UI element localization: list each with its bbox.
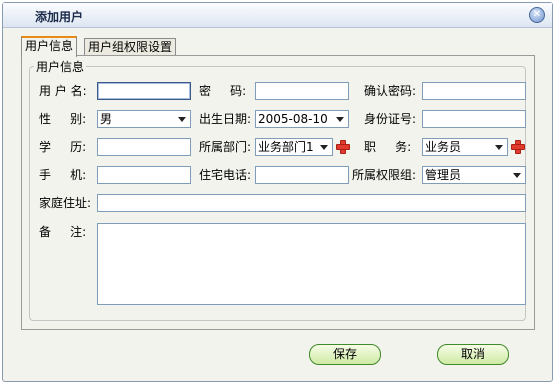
mobile-field[interactable] xyxy=(97,166,191,184)
permission-group-select[interactable]: 管理员 xyxy=(422,166,526,184)
department-label: 所属部门: xyxy=(199,140,252,154)
id-number-field[interactable] xyxy=(422,110,526,128)
id-number-label: 身份证号: xyxy=(364,112,417,126)
chevron-down-icon[interactable] xyxy=(333,112,347,126)
remark-label: 备 注: xyxy=(39,225,87,239)
address-field[interactable] xyxy=(97,194,526,212)
chevron-down-icon[interactable] xyxy=(317,140,331,154)
password-label: 密 码: xyxy=(199,84,247,98)
permission-group-value: 管理员 xyxy=(425,168,462,182)
position-value: 业务员 xyxy=(425,140,462,154)
confirm-password-label: 确认密码: xyxy=(364,84,417,98)
birthdate-select[interactable]: 2005-08-10 xyxy=(255,110,349,128)
chevron-down-icon[interactable] xyxy=(492,140,506,154)
save-button[interactable]: 保存 xyxy=(309,344,381,365)
department-value: 业务部门1 xyxy=(258,140,314,154)
dialog-title: 添加用户 xyxy=(35,10,84,24)
user-info-group: 用户信息 用 户 名: 密 码: 确认密码: 性 别: 男 出生日期: 2005… xyxy=(29,58,526,321)
gender-select[interactable]: 男 xyxy=(97,110,191,128)
username-field[interactable] xyxy=(97,82,191,100)
department-select[interactable]: 业务部门1 xyxy=(255,138,333,156)
group-legend: 用户信息 xyxy=(36,60,85,74)
username-label: 用 户 名: xyxy=(39,84,87,98)
home-phone-label: 住宅电话: xyxy=(199,168,252,182)
permission-group-label: 所属权限组: xyxy=(352,168,417,182)
gender-label: 性 别: xyxy=(39,112,87,126)
cancel-button[interactable]: 取消 xyxy=(437,344,509,365)
education-label: 学 历: xyxy=(39,140,87,154)
password-field[interactable] xyxy=(255,82,349,100)
birthdate-label: 出生日期: xyxy=(199,112,252,126)
address-label: 家庭住址: xyxy=(39,196,92,210)
add-position-icon[interactable] xyxy=(510,139,526,155)
birthdate-value: 2005-08-10 xyxy=(258,112,328,126)
title-bar[interactable]: 添加用户 ✕ xyxy=(3,3,552,28)
position-select[interactable]: 业务员 xyxy=(422,138,508,156)
confirm-password-field[interactable] xyxy=(422,82,526,100)
tab-panel: 用户信息 用 户 名: 密 码: 确认密码: 性 别: 男 出生日期: 2005… xyxy=(21,55,535,330)
remark-textarea[interactable] xyxy=(97,223,526,305)
mobile-label: 手 机: xyxy=(39,168,87,182)
gender-value: 男 xyxy=(100,112,113,126)
chevron-down-icon[interactable] xyxy=(175,112,189,126)
tab-group-permissions[interactable]: 用户组权限设置 xyxy=(84,38,177,56)
position-label: 职 务: xyxy=(364,140,412,154)
close-icon[interactable]: ✕ xyxy=(529,7,545,23)
home-phone-field[interactable] xyxy=(255,166,349,184)
tab-user-info[interactable]: 用户信息 xyxy=(21,36,78,57)
chevron-down-icon[interactable] xyxy=(510,168,524,182)
add-user-dialog: 添加用户 ✕ 用户信息 用户组权限设置 用户信息 用 户 名: 密 码: 确认密… xyxy=(2,2,553,382)
add-department-icon[interactable] xyxy=(335,139,351,155)
education-field[interactable] xyxy=(97,138,191,156)
